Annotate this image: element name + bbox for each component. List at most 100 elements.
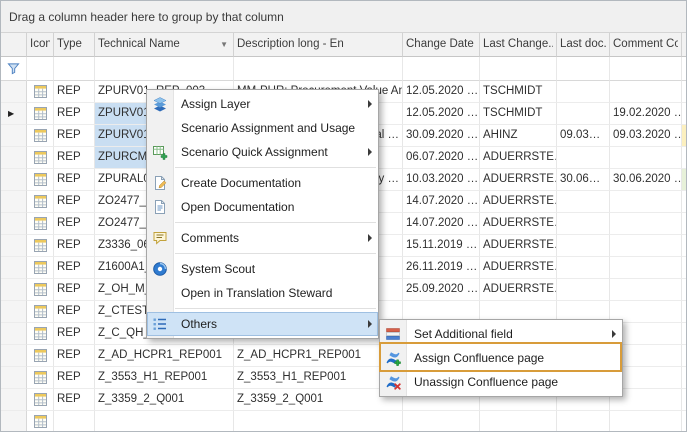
- column-header-icon[interactable]: Icon: [27, 33, 54, 57]
- row-indicator[interactable]: [1, 389, 27, 411]
- row-indicator[interactable]: [1, 301, 27, 323]
- row-icon-cell[interactable]: [27, 103, 54, 125]
- cell-type[interactable]: REP: [54, 169, 95, 191]
- menu-item-set-additional-field[interactable]: Set Additional field: [380, 322, 622, 346]
- filter-cell-type[interactable]: [54, 57, 95, 81]
- cell-last-doc[interactable]: [557, 147, 610, 169]
- column-header-comment[interactable]: Comment Co...: [610, 33, 682, 57]
- column-header-last-doc[interactable]: Last doc.: [557, 33, 610, 57]
- cell-type[interactable]: REP: [54, 213, 95, 235]
- cell-change-date[interactable]: 14.07.2020 …: [403, 191, 480, 213]
- group-by-panel[interactable]: Drag a column header here to group by th…: [1, 1, 686, 33]
- row-indicator[interactable]: [1, 213, 27, 235]
- menu-item-system-scout[interactable]: System Scout: [147, 257, 378, 281]
- cell-comment[interactable]: [610, 147, 682, 169]
- cell-comment[interactable]: [610, 235, 682, 257]
- cell-change-date[interactable]: 15.11.2019 …: [403, 235, 480, 257]
- row-indicator[interactable]: [1, 169, 27, 191]
- cell-technical-name[interactable]: Z_3359_2_Q001: [95, 389, 234, 411]
- column-header-description[interactable]: Description long - En: [234, 33, 403, 57]
- cell-description[interactable]: [234, 411, 403, 432]
- cell-comment[interactable]: 19.02.2020 …: [610, 103, 682, 125]
- row-icon-cell[interactable]: [27, 169, 54, 191]
- cell-last-change[interactable]: ADUERRSTE…: [480, 279, 557, 301]
- filter-cell-comment[interactable]: [610, 57, 682, 81]
- cell-last-change[interactable]: ADUERRSTE…: [480, 235, 557, 257]
- cell-c[interactable]: [682, 125, 687, 147]
- cell-comment[interactable]: 30.06.2020 …: [610, 169, 682, 191]
- cell-last-doc[interactable]: [557, 213, 610, 235]
- cell-technical-name[interactable]: Z_3553_H1_REP001: [95, 367, 234, 389]
- cell-comment[interactable]: [610, 411, 682, 432]
- cell-last-change[interactable]: ADUERRSTE…: [480, 257, 557, 279]
- cell-type[interactable]: REP: [54, 279, 95, 301]
- row-indicator[interactable]: [1, 81, 27, 103]
- filter-cell-c[interactable]: [682, 57, 687, 81]
- menu-item-assign-confluence-page[interactable]: Assign Confluence page: [380, 346, 622, 370]
- menu-item-others[interactable]: Others: [147, 312, 378, 336]
- filter-cell-icon[interactable]: [27, 57, 54, 81]
- cell-last-doc[interactable]: [557, 81, 610, 103]
- row-indicator[interactable]: [1, 345, 27, 367]
- row-indicator[interactable]: [1, 323, 27, 345]
- row-indicator[interactable]: [1, 191, 27, 213]
- row-icon-cell[interactable]: [27, 235, 54, 257]
- cell-change-date[interactable]: 14.07.2020 …: [403, 213, 480, 235]
- cell-change-date[interactable]: 30.09.2020 …: [403, 125, 480, 147]
- cell-type[interactable]: REP: [54, 257, 95, 279]
- menu-item-open-documentation[interactable]: Open Documentation: [147, 195, 378, 219]
- cell-type[interactable]: REP: [54, 81, 95, 103]
- cell-change-date[interactable]: 06.07.2020 …: [403, 147, 480, 169]
- cell-type[interactable]: REP: [54, 301, 95, 323]
- cell-change-date[interactable]: 12.05.2020 …: [403, 81, 480, 103]
- cell-last-change[interactable]: ADUERRSTE…: [480, 169, 557, 191]
- cell-type[interactable]: REP: [54, 389, 95, 411]
- row-icon-cell[interactable]: [27, 323, 54, 345]
- filter-cell-technical-name[interactable]: [95, 57, 234, 81]
- cell-c[interactable]: [682, 301, 687, 323]
- cell-last-change[interactable]: AHINZ: [480, 125, 557, 147]
- menu-item-open-in-translation-steward[interactable]: Open in Translation Steward: [147, 281, 378, 305]
- cell-c[interactable]: [682, 367, 687, 389]
- cell-change-date[interactable]: 12.05.2020 …: [403, 103, 480, 125]
- cell-c[interactable]: [682, 389, 687, 411]
- cell-c[interactable]: [682, 191, 687, 213]
- row-icon-cell[interactable]: [27, 257, 54, 279]
- row-indicator[interactable]: [1, 411, 27, 432]
- menu-item-comments[interactable]: Comments: [147, 226, 378, 250]
- cell-technical-name[interactable]: [95, 411, 234, 432]
- row-indicator[interactable]: [1, 367, 27, 389]
- column-header-last-change[interactable]: Last Change...: [480, 33, 557, 57]
- cell-comment[interactable]: [610, 279, 682, 301]
- row-icon-cell[interactable]: [27, 367, 54, 389]
- row-icon-cell[interactable]: [27, 301, 54, 323]
- row-icon-cell[interactable]: [27, 389, 54, 411]
- row-icon-cell[interactable]: [27, 81, 54, 103]
- cell-comment[interactable]: [610, 81, 682, 103]
- row-icon-cell[interactable]: [27, 191, 54, 213]
- cell-last-doc[interactable]: 30.06…: [557, 169, 610, 191]
- cell-c[interactable]: [682, 411, 687, 432]
- cell-change-date[interactable]: 26.11.2019 …: [403, 257, 480, 279]
- cell-type[interactable]: [54, 411, 95, 432]
- row-icon-cell[interactable]: [27, 279, 54, 301]
- cell-last-change[interactable]: TSCHMIDT: [480, 81, 557, 103]
- cell-type[interactable]: REP: [54, 345, 95, 367]
- cell-last-change[interactable]: ADUERRSTE…: [480, 191, 557, 213]
- filter-cell-description[interactable]: [234, 57, 403, 81]
- row-indicator[interactable]: [1, 235, 27, 257]
- cell-technical-name[interactable]: Z_AD_HCPR1_REP001: [95, 345, 234, 367]
- cell-last-doc[interactable]: [557, 235, 610, 257]
- row-icon-cell[interactable]: [27, 147, 54, 169]
- cell-c[interactable]: [682, 81, 687, 103]
- row-icon-cell[interactable]: [27, 345, 54, 367]
- cell-c[interactable]: [682, 213, 687, 235]
- row-indicator[interactable]: [1, 279, 27, 301]
- cell-comment[interactable]: 09.03.2020 …: [610, 125, 682, 147]
- column-header-type[interactable]: Type: [54, 33, 95, 57]
- cell-c[interactable]: [682, 235, 687, 257]
- cell-description[interactable]: Z_3553_H1_REP001: [234, 367, 403, 389]
- cell-comment[interactable]: [610, 213, 682, 235]
- cell-description[interactable]: Z_AD_HCPR1_REP001: [234, 345, 403, 367]
- cell-type[interactable]: REP: [54, 367, 95, 389]
